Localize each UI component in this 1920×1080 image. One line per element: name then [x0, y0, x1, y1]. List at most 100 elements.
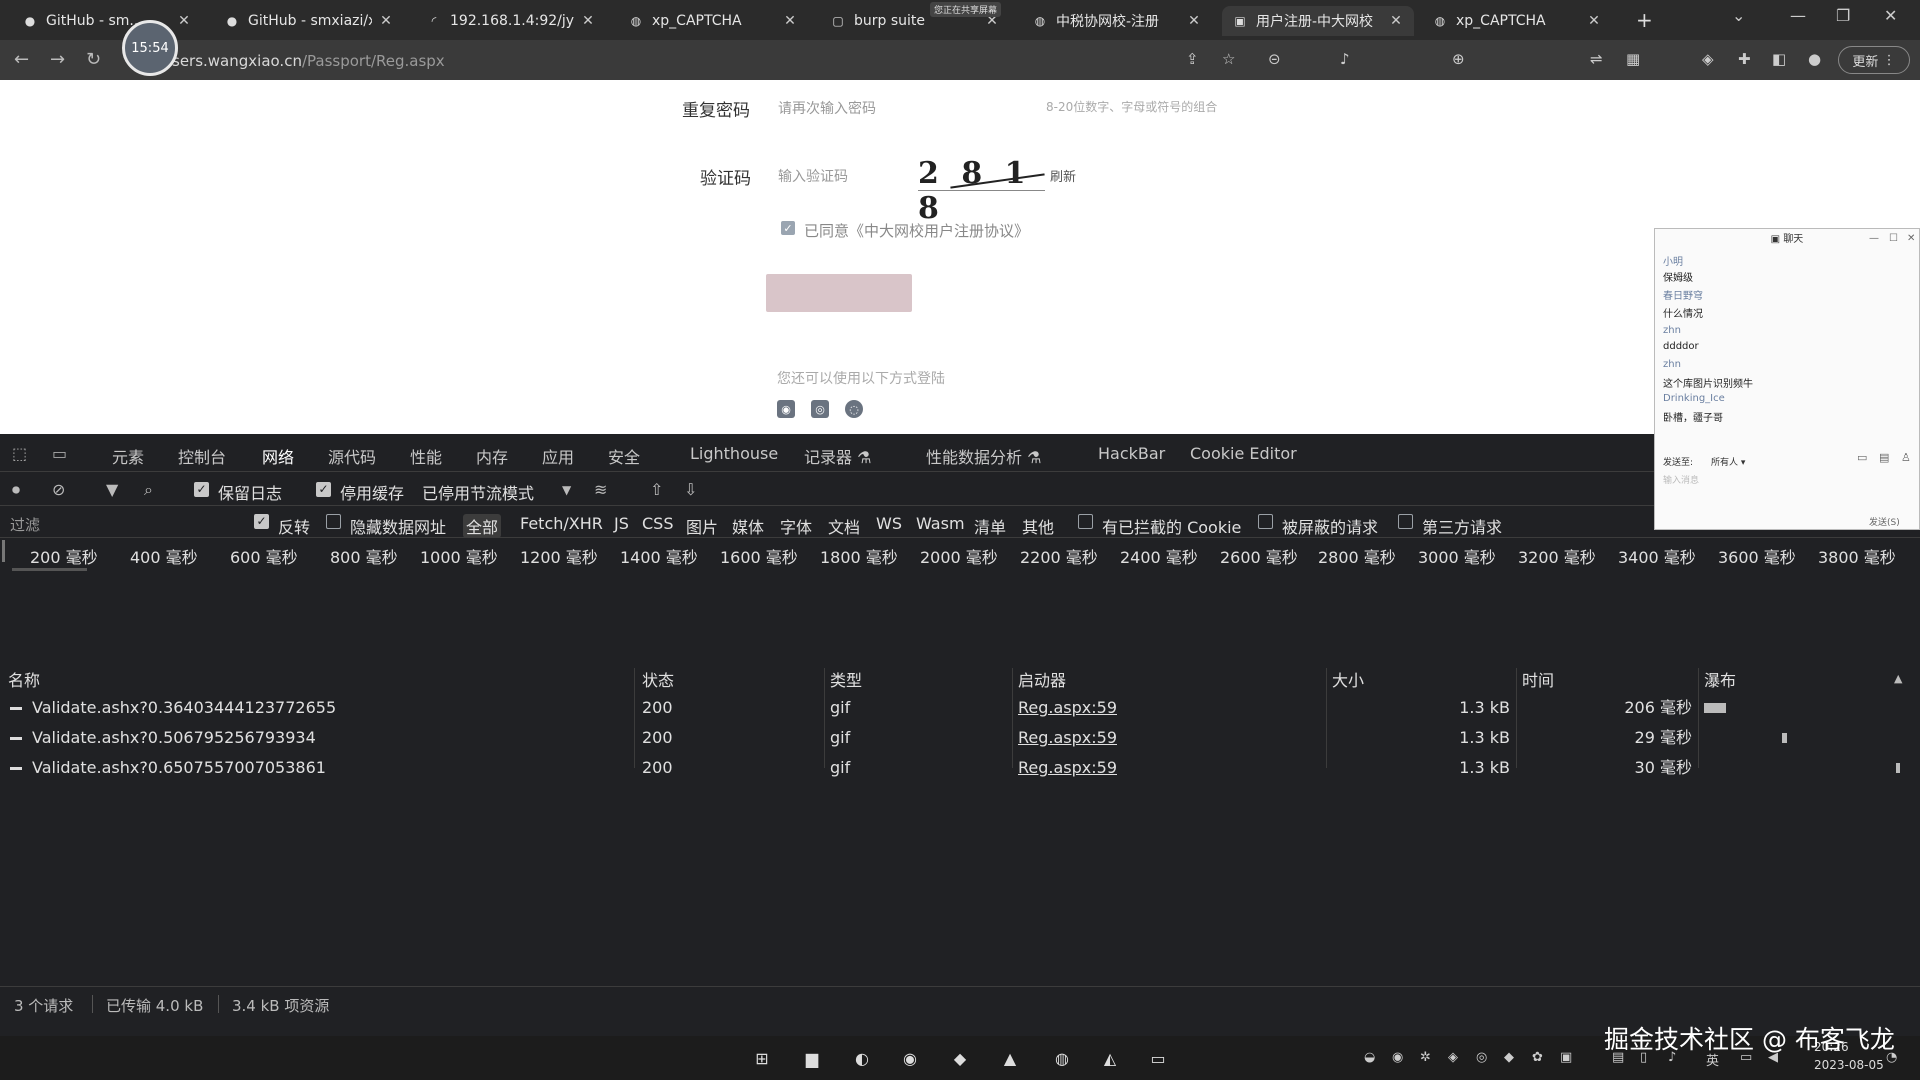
chat-screenshot-icon[interactable]: ▤ — [1879, 451, 1889, 464]
close-tab-icon[interactable]: ✕ — [580, 13, 596, 29]
table-row[interactable]: Validate.ashx?0.36403444123772655 200 gi… — [0, 696, 1900, 720]
column-initiator[interactable]: 启动器 — [1018, 668, 1066, 694]
filter-input[interactable]: 过滤 — [10, 514, 40, 535]
tab-performance[interactable]: 性能 — [410, 444, 442, 468]
register-submit-button[interactable] — [766, 274, 912, 312]
close-window-icon[interactable]: ✕ — [1884, 6, 1897, 25]
search-icon[interactable]: ⌕ — [144, 480, 153, 500]
url-text[interactable]: sers.wangxiao.cn/Passport/Reg.aspx — [172, 52, 445, 70]
update-button[interactable]: 更新 ⋮ — [1838, 46, 1910, 74]
close-tab-icon[interactable]: ✕ — [176, 13, 192, 29]
request-initiator-link[interactable]: Reg.aspx:59 — [1018, 696, 1117, 720]
tab-xp-captcha-1[interactable]: ◍ xp_CAPTCHA ✕ — [618, 6, 808, 36]
request-name[interactable]: Validate.ashx?0.36403444123772655 — [32, 696, 336, 720]
tab-console[interactable]: 控制台 — [178, 444, 226, 468]
burp-suite-icon[interactable]: ◭ — [1098, 1046, 1122, 1070]
close-tab-icon[interactable]: ✕ — [378, 13, 394, 29]
tab-user-register[interactable]: ▣ 用户注册-中大网校 ✕ — [1222, 6, 1414, 36]
filter-type-other[interactable]: 其他 — [1022, 514, 1054, 538]
column-waterfall[interactable]: 瀑布 — [1704, 668, 1736, 694]
close-tab-icon[interactable]: ✕ — [1586, 13, 1602, 29]
table-row[interactable]: Validate.ashx?0.506795256793934 200 gif … — [0, 726, 1900, 750]
chat-close-icon[interactable]: ✕ — [1907, 233, 1915, 244]
file-explorer-icon[interactable]: ▆ — [800, 1046, 824, 1070]
tray-icon[interactable]: ◎ — [1476, 1050, 1487, 1065]
repeat-password-input[interactable]: 请再次输入密码 — [778, 98, 876, 118]
minimize-icon[interactable]: — — [1790, 6, 1806, 25]
filter-type-js[interactable]: JS — [614, 514, 629, 533]
shield-icon[interactable]: ◈ — [1448, 1050, 1458, 1065]
chat-minimize-icon[interactable]: — — [1869, 233, 1879, 244]
captcha-input[interactable]: 输入验证码 — [778, 166, 848, 186]
request-initiator-link[interactable]: Reg.aspx:59 — [1018, 726, 1117, 750]
extension-icon[interactable]: ◈ — [1702, 50, 1714, 68]
sort-ascending-icon[interactable]: ▲ — [1894, 672, 1902, 685]
filter-type-all[interactable]: 全部 — [463, 514, 502, 538]
tray-icon[interactable]: ✲ — [1420, 1050, 1431, 1065]
chat-restore-icon[interactable]: ☐ — [1889, 233, 1898, 244]
device-toolbar-icon[interactable]: ▭ — [52, 444, 67, 463]
filter-icon[interactable]: ▼ — [106, 480, 118, 499]
chat-send-button[interactable]: 发送(S) — [1869, 515, 1900, 528]
filter-type-wasm[interactable]: Wasm — [916, 514, 965, 533]
hide-data-urls-checkbox[interactable] — [326, 514, 341, 529]
captcha-refresh-link[interactable]: 刷新 — [1050, 166, 1076, 185]
filter-type-doc[interactable]: 文档 — [828, 514, 860, 538]
chat-people-icon[interactable]: ♙ — [1901, 451, 1911, 464]
close-tab-icon[interactable]: ✕ — [782, 13, 798, 29]
tab-cookie-editor[interactable]: Cookie Editor — [1190, 444, 1297, 463]
captcha-image[interactable]: 2 8 1 8 — [918, 156, 1048, 226]
agree-checkbox[interactable]: ✓ — [781, 221, 795, 235]
preserve-log-checkbox[interactable]: ✓ — [194, 482, 209, 497]
tray-icon[interactable]: ◒ — [1364, 1050, 1375, 1065]
chat-input[interactable]: 输入消息 — [1663, 473, 1699, 486]
filter-type-ws[interactable]: WS — [876, 514, 902, 533]
blocked-requests-checkbox[interactable] — [1258, 514, 1273, 529]
tab-hackbar[interactable]: HackBar — [1098, 444, 1165, 463]
chevron-down-icon[interactable]: ▼ — [562, 483, 571, 497]
tab-security[interactable]: 安全 — [608, 444, 640, 468]
inspect-element-icon[interactable]: ⬚ — [12, 444, 27, 463]
tray-icon[interactable]: ✿ — [1532, 1050, 1543, 1065]
chrome-icon[interactable]: ◉ — [898, 1046, 922, 1070]
column-name[interactable]: 名称 — [8, 668, 40, 694]
filter-type-manifest[interactable]: 清单 — [974, 514, 1006, 538]
column-size[interactable]: 大小 — [1332, 668, 1364, 694]
column-status[interactable]: 状态 — [642, 668, 674, 694]
invert-checkbox[interactable]: ✓ — [254, 514, 269, 529]
puzzle-icon[interactable]: ✚ — [1738, 50, 1751, 68]
tab-application[interactable]: 应用 — [542, 444, 574, 468]
start-menu-icon[interactable]: ⊞ — [750, 1046, 774, 1070]
restore-icon[interactable]: ❐ — [1836, 6, 1850, 25]
tab-search-icon[interactable]: ⌄ — [1732, 6, 1745, 25]
close-tab-icon[interactable]: ✕ — [1186, 13, 1202, 29]
tab-ip-address[interactable]: ◜ 192.168.1.4:92/jy61 ✕ — [416, 6, 606, 36]
blocked-cookies-checkbox[interactable] — [1078, 514, 1093, 529]
reload-icon[interactable]: ↻ — [86, 49, 101, 70]
tab-lighthouse[interactable]: Lighthouse — [690, 444, 778, 463]
record-icon[interactable]: ⏺ — [12, 480, 20, 500]
weibo-icon[interactable]: ◎ — [811, 400, 829, 418]
share-icon[interactable]: ⇪ — [1186, 50, 1199, 68]
extension-icon[interactable]: ⊕ — [1452, 50, 1465, 68]
edge-icon[interactable]: ◐ — [850, 1046, 874, 1070]
tab-memory[interactable]: 内存 — [476, 444, 508, 468]
app-icon[interactable]: ◍ — [1050, 1046, 1074, 1070]
terminal-icon[interactable]: ▭ — [1146, 1046, 1170, 1070]
filter-type-img[interactable]: 图片 — [686, 514, 718, 538]
back-icon[interactable]: ← — [14, 49, 29, 70]
extension-icon[interactable]: ⊝ — [1268, 50, 1281, 68]
tab-network[interactable]: 网络 — [262, 444, 294, 468]
tab-performance-insights[interactable]: 性能数据分析 ⚗ — [926, 444, 1041, 468]
forward-icon[interactable]: → — [50, 49, 65, 70]
photos-icon[interactable]: ▲ — [998, 1046, 1022, 1070]
agree-terms-text[interactable]: 已同意《中大网校用户注册协议》 — [804, 220, 1029, 241]
request-name[interactable]: Validate.ashx?0.6507557007053861 — [32, 756, 326, 780]
wechat-icon[interactable]: ◌ — [845, 400, 863, 418]
bookmark-star-icon[interactable]: ☆ — [1222, 50, 1235, 68]
third-party-checkbox[interactable] — [1398, 514, 1413, 529]
extension-icon[interactable]: ⇌ — [1590, 50, 1603, 68]
table-row[interactable]: Validate.ashx?0.6507557007053861 200 gif… — [0, 756, 1900, 780]
filter-type-font[interactable]: 字体 — [780, 514, 812, 538]
tab-elements[interactable]: 元素 — [112, 444, 144, 468]
